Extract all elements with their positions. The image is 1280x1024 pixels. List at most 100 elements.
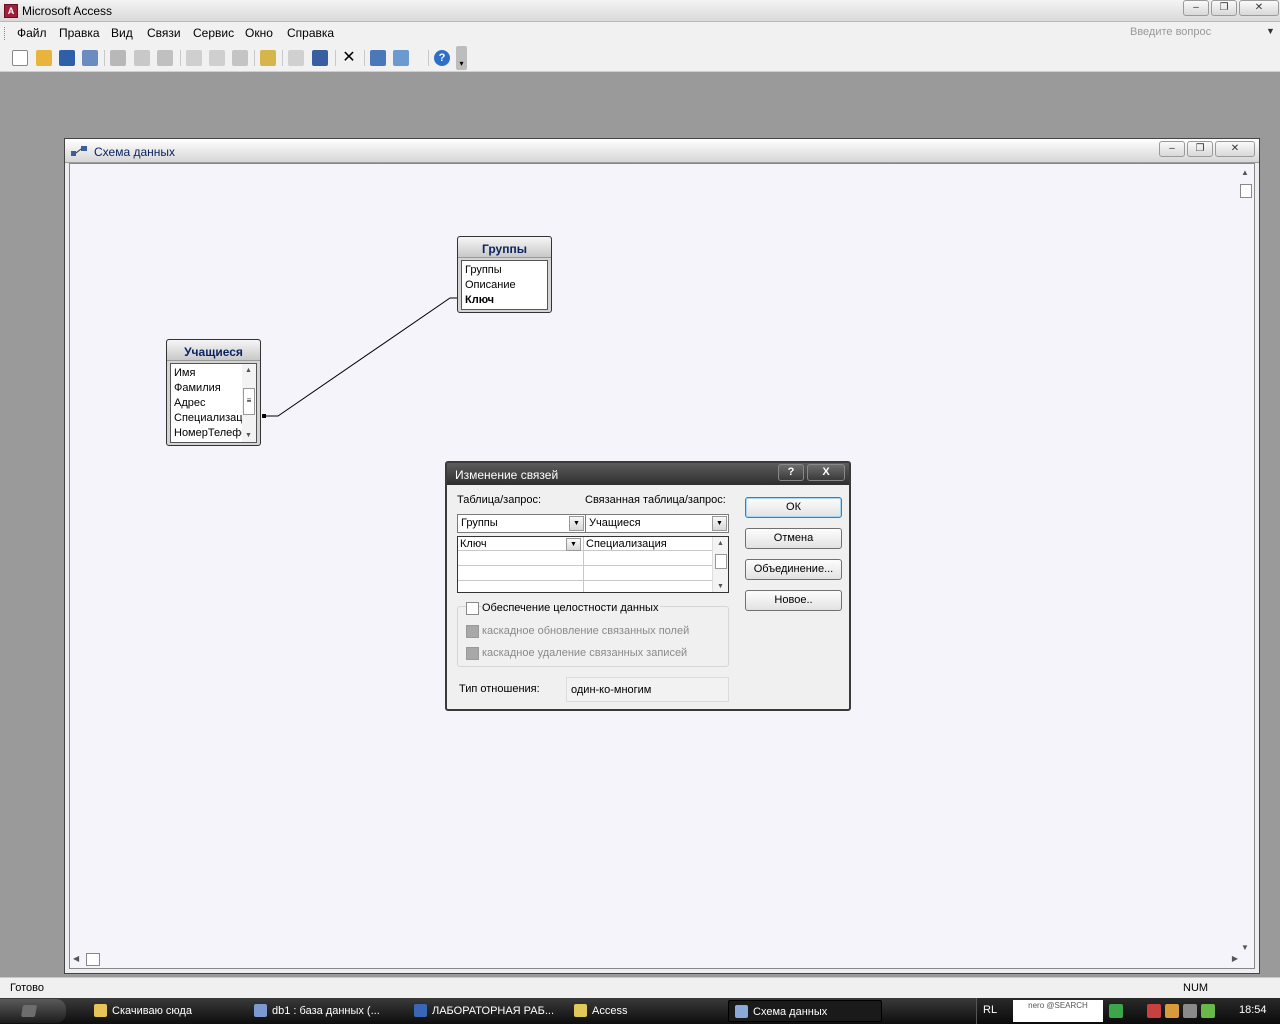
menu-tools[interactable]: Сервис — [193, 26, 234, 40]
help-icon[interactable]: ? — [434, 50, 450, 66]
print-icon[interactable] — [110, 50, 126, 66]
chevron-down-icon[interactable]: ▼ — [712, 516, 727, 531]
language-indicator[interactable]: RL — [983, 1004, 997, 1016]
relationships-window-titlebar[interactable]: Схема данных – ❐ ✕ — [65, 139, 1259, 163]
scroll-thumb[interactable] — [1240, 184, 1252, 198]
menu-help[interactable]: Справка — [287, 26, 334, 40]
paste-icon[interactable] — [232, 50, 248, 66]
field-item[interactable]: Описание — [462, 278, 547, 293]
cut-icon[interactable] — [186, 50, 202, 66]
close-icon[interactable]: ✕ — [1239, 0, 1279, 16]
spelling-icon[interactable] — [157, 50, 173, 66]
table-title[interactable]: Учащиеся — [167, 340, 260, 361]
network-icon[interactable] — [1165, 1004, 1179, 1018]
grid-cell-left[interactable]: Ключ — [458, 537, 583, 551]
field-item[interactable]: Адрес — [171, 396, 242, 411]
close-icon[interactable]: ✕ — [1215, 141, 1255, 157]
show-direct-icon[interactable] — [288, 50, 304, 66]
taskbar-item-access[interactable]: Access — [568, 1000, 722, 1022]
field-item[interactable]: Группы — [462, 263, 547, 278]
field-item[interactable]: Фамилия — [171, 381, 242, 396]
nvidia-icon[interactable] — [1201, 1004, 1215, 1018]
create-new-button[interactable]: Новое.. — [745, 590, 842, 611]
new-object-dropdown-icon[interactable] — [393, 50, 409, 66]
field-item-key[interactable]: Ключ — [462, 293, 547, 308]
integrity-checkbox[interactable] — [466, 602, 479, 615]
start-button[interactable] — [0, 999, 66, 1023]
table-students[interactable]: Учащиеся Имя Фамилия Адрес Специализац Н… — [166, 339, 261, 446]
delete-icon[interactable]: ✕ — [341, 50, 357, 66]
scroll-up-icon[interactable]: ▲ — [245, 367, 252, 374]
vertical-scrollbar[interactable]: ▲ ▼ — [1238, 164, 1254, 954]
save-icon[interactable] — [59, 50, 75, 66]
print-preview-icon[interactable] — [134, 50, 150, 66]
field-list-scrollbar[interactable]: ▲ ≡ ▼ — [242, 364, 256, 442]
grid-cell-right[interactable] — [584, 552, 713, 566]
taskbar-item-database[interactable]: db1 : база данных (... — [248, 1000, 402, 1022]
table-groups[interactable]: Группы Группы Описание Ключ — [457, 236, 552, 313]
chevron-down-icon[interactable]: ▼ — [569, 516, 584, 531]
grid-scrollbar[interactable]: ▲ ▼ — [712, 537, 728, 592]
open-icon[interactable] — [36, 50, 52, 66]
restore-icon[interactable]: ❐ — [1187, 141, 1213, 157]
access-key-icon[interactable]: A — [4, 4, 18, 18]
taskbar-item-relationships[interactable]: Схема данных — [728, 1000, 882, 1022]
field-item[interactable]: Имя — [171, 366, 242, 381]
new-object-icon[interactable] — [370, 50, 386, 66]
taskbar-item-folder[interactable]: Скачиваю сюда — [88, 1000, 242, 1022]
show-table-icon[interactable] — [260, 50, 276, 66]
cascade-delete-checkbox[interactable] — [466, 647, 479, 660]
dialog-titlebar[interactable]: Изменение связей ? X — [447, 463, 849, 485]
chevron-down-icon[interactable]: ▼ — [1266, 26, 1275, 36]
grid-cell-left[interactable] — [458, 567, 583, 581]
table-title[interactable]: Группы — [458, 237, 551, 258]
menu-file[interactable]: Файл — [17, 26, 47, 40]
close-icon[interactable]: X — [807, 464, 845, 481]
field-item[interactable]: НомерТелефо — [171, 426, 242, 441]
related-table-select[interactable]: Учащиеся ▼ — [585, 514, 729, 533]
taskbar-item-word[interactable]: ЛАБОРАТОРНАЯ РАБ... — [408, 1000, 562, 1022]
scroll-thumb[interactable] — [86, 953, 100, 966]
grid-cell-right[interactable]: Специализация — [584, 537, 713, 551]
menu-edit[interactable]: Правка — [59, 26, 100, 40]
antivirus-icon[interactable] — [1147, 1004, 1161, 1018]
help-search-input[interactable]: Введите вопрос — [1130, 26, 1211, 38]
nero-search-box[interactable]: nero @SEARCH — [1013, 1000, 1103, 1022]
join-type-button[interactable]: Объединение... — [745, 559, 842, 580]
toolbar-options-icon[interactable]: ▾ — [456, 46, 467, 70]
cancel-button[interactable]: Отмена — [745, 528, 842, 549]
chevron-down-icon[interactable]: ▼ — [566, 538, 581, 551]
integrity-label: Обеспечение целостности данных — [482, 602, 661, 614]
field-item[interactable]: Специализац — [171, 411, 242, 426]
scroll-up-icon[interactable]: ▲ — [1241, 168, 1249, 177]
new-icon[interactable] — [12, 50, 28, 66]
menu-view[interactable]: Вид — [111, 26, 133, 40]
volume-icon[interactable] — [1183, 1004, 1197, 1018]
search-icon[interactable] — [82, 50, 98, 66]
grid-cell-right[interactable] — [584, 567, 713, 581]
arrow-right-icon[interactable] — [1109, 1004, 1123, 1018]
ok-button[interactable]: ОК — [745, 497, 842, 518]
menu-relationships[interactable]: Связи — [147, 26, 181, 40]
scroll-left-icon[interactable]: ◀ — [73, 954, 79, 963]
join-fields-grid[interactable]: Ключ ▼ Специализация ▲ ▼ — [457, 536, 729, 593]
table-select[interactable]: Группы ▼ — [457, 514, 586, 533]
scroll-down-icon[interactable]: ▼ — [1241, 943, 1249, 952]
scroll-thumb[interactable]: ≡ — [243, 388, 255, 415]
restore-icon[interactable]: ❐ — [1211, 0, 1237, 16]
scroll-up-icon[interactable]: ▲ — [717, 540, 724, 547]
scroll-thumb[interactable] — [715, 554, 727, 569]
scroll-right-icon[interactable]: ▶ — [1232, 954, 1238, 963]
copy-icon[interactable] — [209, 50, 225, 66]
grid-cell-left[interactable] — [458, 552, 583, 566]
menu-grip[interactable] — [4, 27, 7, 40]
horizontal-scrollbar[interactable]: ◀ ▶ — [70, 952, 1240, 968]
minimize-icon[interactable]: – — [1183, 0, 1209, 16]
minimize-icon[interactable]: – — [1159, 141, 1185, 157]
cascade-update-checkbox[interactable] — [466, 625, 479, 638]
show-all-icon[interactable] — [312, 50, 328, 66]
scroll-down-icon[interactable]: ▼ — [717, 583, 724, 590]
menu-window[interactable]: Окно — [245, 26, 273, 40]
scroll-down-icon[interactable]: ▼ — [245, 432, 252, 439]
help-icon[interactable]: ? — [778, 464, 804, 481]
